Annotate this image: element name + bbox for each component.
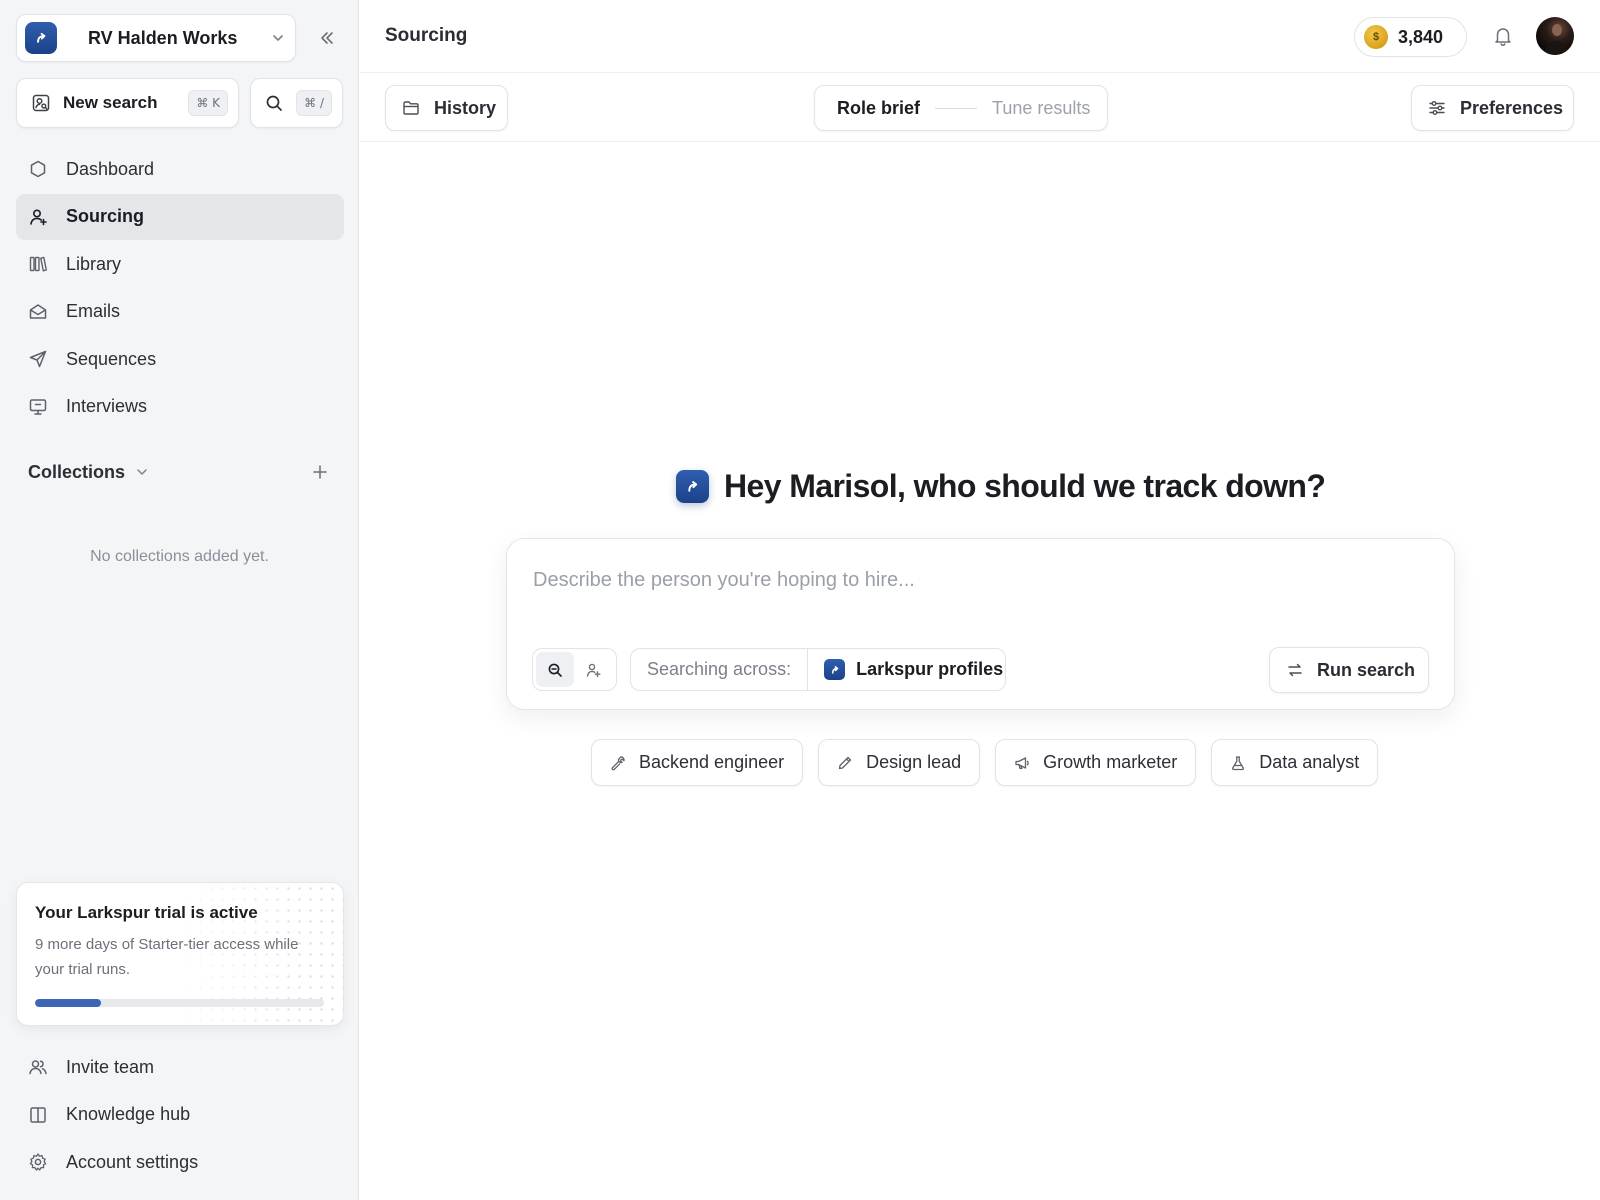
workspace-name: RV Halden Works: [88, 27, 238, 48]
user-search-icon: [31, 93, 51, 113]
library-icon: [28, 254, 48, 274]
sidebar-item-account-settings[interactable]: Account settings: [16, 1139, 344, 1185]
credits-badge[interactable]: $ 3,840: [1354, 17, 1467, 57]
trial-title: Your Larkspur trial is active: [35, 903, 258, 922]
suggestion-growth-marketer[interactable]: Growth marketer: [995, 739, 1197, 786]
send-icon: [28, 349, 48, 369]
history-button[interactable]: History: [385, 85, 508, 131]
sidebar-item-emails[interactable]: Emails: [16, 289, 344, 335]
searching-across-label: Searching across:: [631, 649, 809, 690]
add-collection-icon[interactable]: [312, 464, 328, 480]
source-name: Larkspur profiles: [856, 659, 1004, 679]
sidebar-item-dashboard[interactable]: Dashboard: [16, 146, 344, 192]
search-shortcut: ⌘ /: [296, 90, 332, 116]
suggestion-label: Design lead: [866, 752, 962, 772]
sidebar-item-label: Dashboard: [66, 158, 155, 179]
sidebar-item-sequences[interactable]: Sequences: [16, 336, 344, 382]
pencil-icon: [837, 755, 853, 771]
search-button[interactable]: ⌘ /: [250, 78, 343, 128]
search-source-selector[interactable]: Searching across: Larkspur profiles: [630, 648, 1006, 691]
bottom-nav: Invite team Knowledge hub Account settin…: [16, 1044, 344, 1187]
sidebar-item-library[interactable]: Library: [16, 241, 344, 287]
sidebar-item-label: Sourcing: [66, 206, 145, 226]
sidebar-item-label: Sequences: [66, 348, 157, 369]
preferences-button[interactable]: Preferences: [1411, 85, 1574, 131]
return-arrow-icon: [1286, 661, 1304, 679]
step-connector: [935, 107, 978, 109]
trial-card: Your Larkspur trial is active 9 more day…: [16, 882, 344, 1026]
page-title: Sourcing: [385, 25, 468, 46]
suggestion-design-lead[interactable]: Design lead: [818, 739, 981, 786]
book-icon: [28, 1105, 48, 1125]
monitor-icon: [28, 397, 48, 417]
run-search-label: Run search: [1317, 659, 1416, 680]
sliders-icon: [1428, 99, 1446, 117]
app-logo-icon: [824, 659, 846, 680]
collections-empty-text: No collections added yet.: [90, 548, 269, 565]
sidebar: RV Halden Works New search ⌘ K ⌘ / Dashb…: [0, 0, 359, 1200]
megaphone-icon: [1014, 755, 1030, 771]
collections-header: Collections: [28, 458, 328, 486]
sidebar-item-interviews[interactable]: Interviews: [16, 384, 344, 430]
avatar[interactable]: [1536, 17, 1574, 55]
wrench-icon: [610, 755, 626, 771]
chevron-down-icon: [271, 31, 285, 45]
collapse-sidebar-icon[interactable]: [316, 27, 338, 49]
search-prompt-card: Searching across: Larkspur profiles Run …: [506, 538, 1455, 710]
sidebar-item-invite-team[interactable]: Invite team: [16, 1044, 344, 1090]
sidebar-item-sourcing[interactable]: Sourcing: [16, 193, 344, 240]
sidebar-item-label: Emails: [66, 301, 121, 321]
sidebar-item-label: Library: [66, 253, 122, 274]
bell-icon[interactable]: [1493, 25, 1513, 47]
new-search-button[interactable]: New search ⌘ K: [16, 78, 239, 128]
history-label: History: [434, 97, 497, 118]
step-indicator: Role brief Tune results: [814, 85, 1108, 131]
collections-title[interactable]: Collections: [28, 462, 125, 483]
suggestion-label: Backend engineer: [639, 752, 785, 772]
main-nav: Dashboard Sourcing Library Emails Sequen…: [16, 146, 344, 431]
suggestion-backend-engineer[interactable]: Backend engineer: [591, 739, 804, 786]
trial-progress-bar: [35, 999, 324, 1007]
chevron-down-icon[interactable]: [135, 465, 149, 479]
suggestion-label: Growth marketer: [1043, 752, 1178, 772]
greeting: Hey Marisol, who should we track down?: [676, 464, 1326, 508]
sourcing-toolbar: History Role brief Tune results Preferen…: [360, 74, 1600, 142]
step-tune-results[interactable]: Tune results: [992, 98, 1090, 119]
search-icon: [265, 94, 283, 112]
new-search-shortcut: ⌘ K: [188, 90, 228, 116]
suggestion-data-analyst[interactable]: Data analyst: [1211, 739, 1379, 786]
hexagon-icon: [28, 159, 48, 179]
suggestion-label: Data analyst: [1259, 752, 1360, 772]
suggestion-chips: Backend engineer Design lead Growth mark…: [591, 739, 1379, 786]
top-bar: Sourcing $ 3,840: [360, 0, 1600, 73]
credits-count: 3,840: [1398, 26, 1444, 47]
users-icon: [28, 1057, 48, 1077]
greeting-heading: Hey Marisol, who should we track down?: [724, 467, 1326, 504]
source-option[interactable]: Larkspur profiles: [808, 659, 1003, 680]
user-plus-icon[interactable]: [574, 652, 612, 687]
new-search-label: New search: [63, 93, 158, 112]
sidebar-item-label: Interviews: [66, 396, 148, 416]
sidebar-item-knowledge-hub[interactable]: Knowledge hub: [16, 1092, 344, 1138]
search-mode-toggle: [532, 648, 617, 691]
search-prompt-input[interactable]: [533, 569, 1413, 592]
run-search-button[interactable]: Run search: [1269, 647, 1429, 693]
folder-icon: [402, 99, 420, 117]
mail-open-icon: [28, 302, 48, 322]
user-icon: [28, 207, 48, 227]
workspace-switcher[interactable]: RV Halden Works: [16, 14, 296, 62]
trial-description: 9 more days of Starter-tier access while…: [35, 936, 299, 978]
sidebar-item-label: Knowledge hub: [66, 1104, 191, 1124]
trial-progress-fill: [35, 999, 102, 1007]
step-role-brief[interactable]: Role brief: [837, 98, 920, 119]
app-logo-icon: [676, 469, 709, 503]
app-logo-icon: [25, 22, 57, 54]
flask-icon: [1230, 755, 1246, 771]
preferences-label: Preferences: [1460, 97, 1564, 118]
coin-icon: $: [1364, 25, 1388, 49]
gear-icon: [28, 1152, 48, 1172]
sidebar-item-label: Account settings: [66, 1151, 199, 1172]
zoom-search-icon[interactable]: [536, 652, 574, 687]
sidebar-item-label: Invite team: [66, 1056, 155, 1077]
